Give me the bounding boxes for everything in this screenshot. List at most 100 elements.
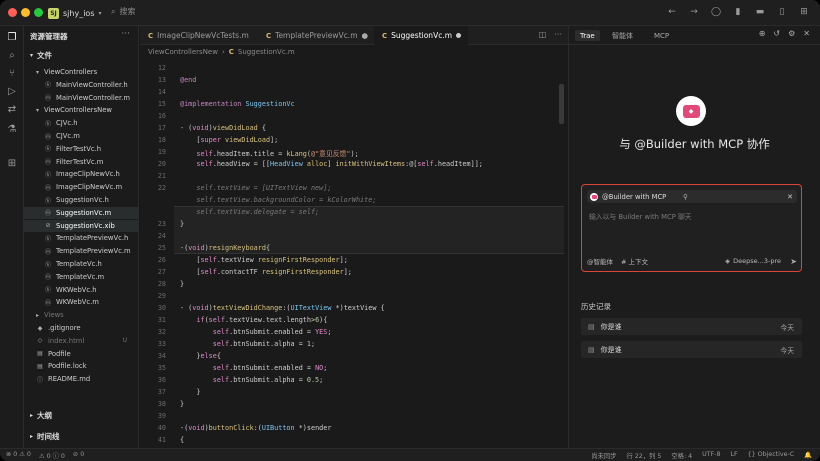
layout-panel-icon[interactable]: ▬ — [754, 6, 766, 18]
file-item[interactable]: ⓜ TemplatePreviewVc.m — [24, 245, 139, 257]
split-editor-icon[interactable]: ◫ — [539, 30, 547, 39]
code-line[interactable]: { — [180, 436, 184, 444]
breadcrumb-file[interactable]: SuggestionVc.m — [238, 48, 295, 56]
file-item[interactable]: ▤ Podfile — [24, 348, 139, 360]
code-line[interactable]: self.textView.backgroundColor = kColorWh… — [180, 196, 376, 204]
more-icon[interactable]: ··· — [121, 29, 130, 39]
code-line[interactable]: self.btnSubmit.alpha = 1; — [180, 340, 315, 348]
code-line[interactable]: } — [180, 280, 184, 288]
code-line[interactable]: }else{ — [180, 352, 221, 360]
chat-input-box[interactable]: @Builder with MCP ⚲ ✕ 输入以与 Builder with … — [581, 184, 802, 272]
file-item[interactable]: ⓗ ImageClipNewVc.h — [24, 168, 139, 180]
code-line[interactable]: self.headItem.title = kLang(@"意见反馈"); — [180, 148, 358, 158]
file-item[interactable]: ⓜ ImageClipNewVc.m — [24, 181, 139, 193]
tab-templatepreviewvc[interactable]: C TemplatePreviewVc.m ● — [258, 26, 374, 45]
warnings-indicator[interactable]: ⚠ 0 ⓘ 0 — [39, 451, 65, 460]
code-line[interactable]: } — [180, 400, 184, 408]
file-item[interactable]: ⓗ MainViewController.h — [24, 79, 139, 91]
source-control-icon[interactable]: ⑂ — [5, 66, 19, 80]
files-section-header[interactable]: ▾ 文件 — [30, 50, 52, 61]
code-line[interactable]: self.btnSubmit.enabled = YES; — [180, 328, 332, 336]
file-item[interactable]: ⓜ TemplateVc.m — [24, 271, 139, 283]
agent-chip[interactable]: @Builder with MCP ⚲ ✕ — [587, 190, 797, 203]
timeline-section-header[interactable]: ▸ 时间线 — [30, 431, 60, 442]
pin-icon[interactable]: ⚲ — [683, 193, 688, 201]
zoom-window-button[interactable] — [34, 8, 43, 17]
file-item[interactable]: ⓗ WKWebVc.h — [24, 284, 139, 296]
minimize-window-button[interactable] — [21, 8, 30, 17]
code-line[interactable]: self.btnSubmit.alpha = 0.5; — [180, 376, 324, 384]
folder-item[interactable]: ▸ Views — [24, 309, 139, 321]
close-window-button[interactable] — [8, 8, 17, 17]
code-line[interactable]: @implementation SuggestionVc — [180, 100, 295, 108]
back-arrow-icon[interactable]: ← — [666, 6, 678, 18]
notifications-icon[interactable]: 🔔 — [804, 451, 812, 460]
folder-item[interactable]: ▾ ViewControllers — [24, 66, 139, 78]
code-line[interactable]: self.textView.delegate = self; — [180, 208, 319, 216]
forward-arrow-icon[interactable]: → — [688, 6, 700, 18]
file-item[interactable]: ⓗ TemplatePreviewVc.h — [24, 232, 139, 244]
code-line[interactable]: -(void)resignKeyboard{ — [180, 244, 270, 252]
history-icon[interactable]: ↺ — [773, 29, 780, 38]
code-line[interactable]: self.headView = [[HeadView alloc] initWi… — [180, 160, 483, 168]
line-ending[interactable]: LF — [730, 451, 737, 460]
layout-sidebar-icon[interactable]: ▮ — [732, 6, 744, 18]
folder-item[interactable]: ▾ ViewControllersNew — [24, 104, 139, 116]
command-search[interactable]: ⌕ 搜索 — [111, 6, 135, 17]
file-item[interactable]: ⓜ FilterTestVc.m — [24, 156, 139, 168]
ports-indicator[interactable]: ⊘ 0 — [73, 451, 84, 460]
language-mode[interactable]: {} Objective-C — [748, 451, 795, 460]
file-item[interactable]: ◇ index.html U — [24, 335, 139, 347]
code-line[interactable]: if(self.textView.text.length>6){ — [180, 316, 327, 324]
close-icon[interactable]: ✕ — [803, 29, 810, 38]
code-line[interactable]: [self.textView resignFirstResponder]; — [180, 256, 347, 264]
more-icon[interactable]: ··· — [554, 30, 562, 39]
file-item[interactable]: ⓗ SuggestionVc.h — [24, 194, 139, 206]
tab-suggestionvc[interactable]: C SuggestionVc.m — [374, 26, 468, 45]
new-chat-icon[interactable]: ⊕ — [759, 29, 766, 38]
model-selector[interactable]: ◈ Deepse...3-pre — [725, 257, 781, 265]
file-item[interactable]: ⓗ CJVc.h — [24, 117, 139, 129]
tab-imageclipnewvctests[interactable]: C ImageClipNewVcTests.m — [140, 26, 258, 45]
code-view[interactable]: 12 13 @end 14 15 @implementation SuggestionVc… — [140, 62, 568, 456]
file-item[interactable]: ⊘ SuggestionVc.xib — [24, 219, 139, 232]
code-line[interactable]: self.textView = [UITextView new]; — [180, 184, 331, 192]
send-icon[interactable]: ➤ — [790, 257, 797, 266]
tab-mcp[interactable]: MCP — [649, 30, 674, 41]
remote-icon[interactable]: ⇄ — [5, 102, 19, 116]
code-line[interactable]: @end — [180, 76, 196, 84]
file-item[interactable]: ⓗ TemplateVc.h — [24, 258, 139, 270]
sync-status[interactable]: 尚未同步 — [591, 451, 616, 460]
breadcrumb-folder[interactable]: ViewControllersNew — [148, 48, 218, 56]
code-line[interactable]: - (void)textViewDidChange:(UITextView *)… — [180, 304, 385, 312]
file-item[interactable]: ⓜ MainViewController.m — [24, 92, 139, 104]
file-item[interactable]: ⓜ SuggestionVc.m — [24, 206, 139, 219]
history-item[interactable]: ▤ 你是谁 今天 — [581, 341, 802, 358]
context-button[interactable]: # 上下文 — [621, 256, 648, 266]
code-line[interactable]: } — [180, 220, 184, 228]
layout-right-icon[interactable]: ▯ — [776, 6, 788, 18]
code-line[interactable]: [self.contactTF resignFirstResponder]; — [180, 268, 352, 276]
history-item[interactable]: ▤ 你是谁 今天 — [581, 318, 802, 335]
code-line[interactable]: - (void)viewDidLoad { — [180, 124, 266, 132]
close-icon[interactable]: ✕ — [787, 193, 793, 201]
explorer-icon[interactable]: ❐ — [5, 30, 19, 44]
tab-agent[interactable]: 智能体 — [607, 30, 638, 41]
project-switcher[interactable]: SJ sjhy_ios ▾ — [48, 7, 102, 19]
encoding[interactable]: UTF-8 — [702, 451, 720, 460]
file-item[interactable]: ⓜ CJVc.m — [24, 130, 139, 142]
code-line[interactable]: self.btnSubmit.enabled = NO; — [180, 364, 328, 372]
account-icon[interactable]: ◯ — [710, 6, 722, 18]
testing-icon[interactable]: ⚗ — [5, 122, 19, 136]
outline-section-header[interactable]: ▸ 大纲 — [30, 410, 52, 421]
search-icon[interactable]: ⌕ — [5, 48, 19, 62]
file-item[interactable]: ⓜ WKWebVc.m — [24, 296, 139, 308]
tab-trae[interactable]: Trae — [575, 30, 600, 41]
code-line[interactable]: [super viewDidLoad]; — [180, 136, 278, 144]
file-item[interactable]: ▤ Podfile.lock — [24, 360, 139, 372]
editor-scrollbar[interactable] — [559, 84, 564, 124]
agent-mention-button[interactable]: @智能体 — [587, 256, 613, 266]
run-debug-icon[interactable]: ▷ — [5, 84, 19, 98]
file-item[interactable]: ⓗ FilterTestVc.h — [24, 143, 139, 155]
indentation[interactable]: 空格: 4 — [671, 451, 692, 460]
